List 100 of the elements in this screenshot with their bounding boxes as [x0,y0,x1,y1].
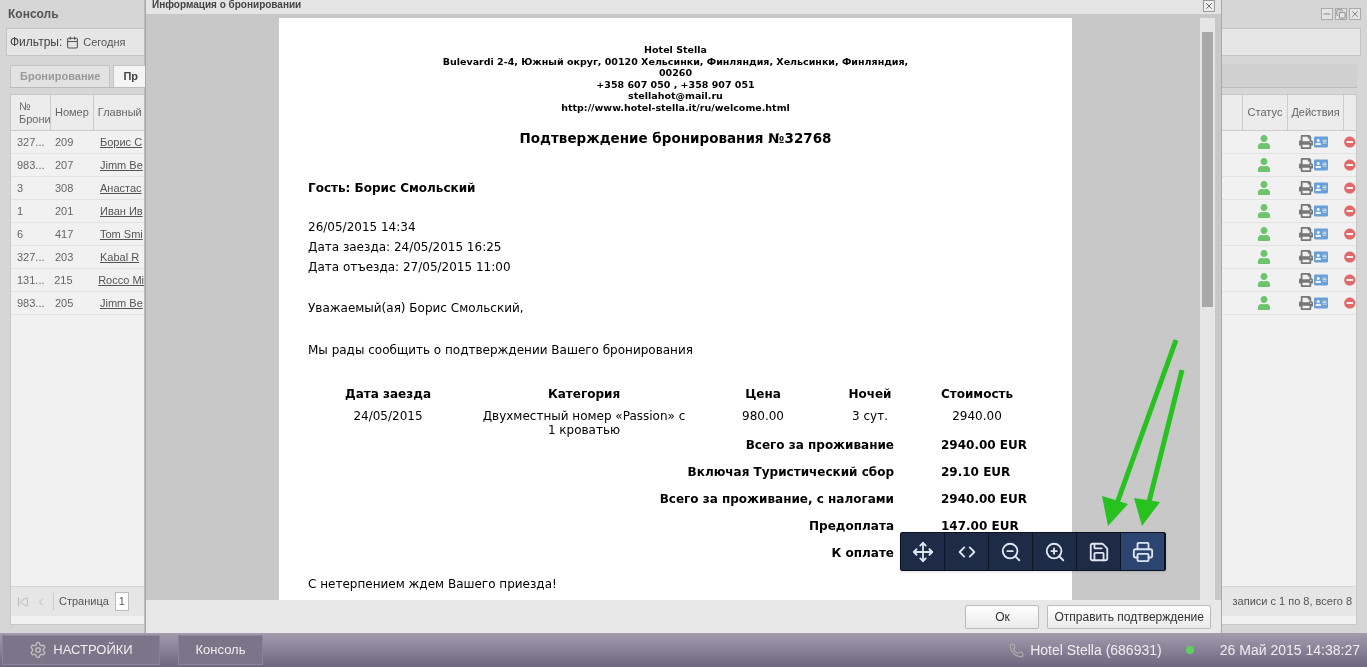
pager-label: Страница [53,593,109,610]
guest-link[interactable]: Анастас [96,179,142,197]
close-button[interactable] [1203,0,1215,12]
document-heading: Подтверждение бронирования №32768 [519,129,832,148]
person-icon [1257,296,1272,310]
remove-icon[interactable] [1344,159,1356,171]
guest-link[interactable]: Иван Ив [96,202,143,220]
zoom-out-icon [999,540,1022,563]
table-cell-text: 417 [54,226,75,242]
column-header: Ночей [847,386,893,404]
total-value: 147.00 EUR [941,518,1020,535]
table-cell-text: 983... [16,295,46,311]
table-cell-text: 3 сут. [851,409,889,426]
printer-icon[interactable] [1298,273,1313,287]
table-cell-text: Двухместный номер «Passion» с 1 кроватью [481,409,687,438]
zoom-out-button[interactable] [989,533,1033,570]
filter-value[interactable]: Сегодня [83,33,126,51]
table-cell-text: 2940.00 [951,409,1003,426]
table-cell-text: 1 [16,203,25,219]
guest-link[interactable]: Rocco Mi [94,271,144,289]
printer-icon[interactable] [1298,250,1313,264]
remove-icon[interactable] [1344,182,1356,194]
contact-card-icon[interactable] [1313,273,1328,287]
close-button[interactable] [1349,8,1361,20]
total-label: К оплате [830,545,894,562]
column-header: Главный [96,105,143,121]
remove-icon[interactable] [1344,274,1356,286]
contact-card-icon[interactable] [1313,158,1328,172]
dialog-title: Информация о бронировании [152,0,302,10]
zoom-in-icon [1043,540,1066,563]
scrollbar-thumb[interactable] [1202,32,1213,307]
remove-icon[interactable] [1344,251,1356,263]
settings-icon [29,641,48,659]
calendar-icon[interactable] [66,35,80,49]
printer-icon[interactable] [1298,227,1313,241]
person-icon [1257,273,1272,287]
guest-link[interactable]: Борис С [96,133,143,151]
panel-title: Консоль [8,6,59,23]
table-cell-text: 3 [16,180,25,196]
hotel-info-line: +358 607 050 , +358 907 051 [596,78,755,90]
fit-width-button[interactable] [945,533,989,570]
hotel-info-line: 00260 [658,67,693,79]
column-header: Цена [744,386,782,404]
printer-icon[interactable] [1298,181,1313,195]
printer-icon[interactable] [1298,158,1313,172]
printer-icon[interactable] [1298,204,1313,218]
column-header: Действия [1288,95,1344,130]
contact-card-icon[interactable] [1313,135,1328,149]
save-button[interactable] [1077,533,1121,570]
first-page-icon[interactable] [17,595,29,608]
remove-icon[interactable] [1344,205,1356,217]
table-cell-text: 327... [16,249,46,265]
dialog-button[interactable]: Отправить подтверждение [1047,604,1211,629]
phone-icon [1009,642,1025,658]
table-cell-text: 983... [16,157,46,173]
column-header: Номер [51,95,94,130]
print-button[interactable] [1121,533,1165,570]
total-label: Включая Туристический сбор [686,464,894,481]
table-cell-text: 6 [16,226,25,242]
total-value: 29.10 EUR [941,464,1012,481]
printer-icon[interactable] [1298,296,1313,310]
table-cell-text: 215 [53,272,74,288]
contact-card-icon[interactable] [1313,296,1328,310]
pager-summary: записи с 1 по 8, всего 8 [1232,594,1352,610]
greeting-text: Уважаемый(ая) Борис Смольский, [308,300,525,318]
remove-icon[interactable] [1344,297,1356,309]
intro-text: Мы рады сообщить о подтверждении Вашего бронирования [308,342,694,360]
restore-button[interactable] [1335,8,1347,20]
column-header: Категория [546,386,622,404]
person-icon [1257,250,1272,264]
total-value: 2940.00 EUR [941,437,1028,454]
table-cell-text: 308 [54,180,75,196]
total-label: Всего за проживание, с налогами [658,491,894,508]
guest-link[interactable]: Kabal R [96,248,140,266]
remove-icon[interactable] [1344,228,1356,240]
taskbar-item[interactable]: Консоль [178,635,263,665]
fit-page-button[interactable] [901,533,945,570]
dialog-button[interactable]: Ок [965,604,1040,629]
column-header: Дата заезда [344,386,432,404]
settings-button[interactable]: НАСТРОЙКИ [2,635,160,665]
printer-icon[interactable] [1298,135,1313,149]
hotel-info-line: http://www.hotel-stella.it/ru/welcome.html [561,101,790,113]
table-cell-text: 207 [54,157,75,173]
guest-link[interactable]: Tom Smi [96,225,143,243]
minimize-button[interactable] [1321,8,1333,20]
total-label: Всего за проживание [744,437,894,454]
contact-card-icon[interactable] [1313,227,1328,241]
contact-card-icon[interactable] [1313,250,1328,264]
contact-card-icon[interactable] [1313,204,1328,218]
guest-link[interactable]: Jimm Be [96,294,143,312]
contact-card-icon[interactable] [1313,181,1328,195]
table-cell-text: 980.00 [741,409,785,426]
zoom-in-button[interactable] [1033,533,1077,570]
column-header: Стоимость [939,386,1015,404]
hotel-info-line: Bulevardi 2-4, Южный округ, 00120 Хельсинки, Финляндия, Хельсинки, Финляндия, [442,55,909,67]
guest-link[interactable]: Jimm Be [96,156,143,174]
page-field[interactable]: 1 [114,592,129,611]
remove-icon[interactable] [1344,136,1356,148]
move-arrows-icon [911,540,934,563]
person-icon [1257,227,1272,241]
